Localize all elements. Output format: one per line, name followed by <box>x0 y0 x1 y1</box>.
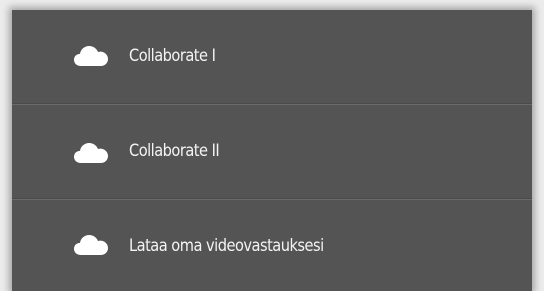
menu-item-collaborate-2[interactable]: Collaborate II <box>12 105 532 199</box>
screenshot-frame: Collaborate I Collaborate II Lataa oma v… <box>0 0 544 291</box>
menu-item-label: Lataa oma videovastauksesi <box>129 236 324 256</box>
cloud-icon <box>74 235 108 255</box>
cloud-icon <box>74 143 108 163</box>
menu-item-collaborate-1[interactable]: Collaborate I <box>12 10 532 104</box>
menu-item-label: Collaborate I <box>129 46 216 66</box>
cloud-icon <box>74 46 108 66</box>
menu-item-label: Collaborate II <box>129 141 220 161</box>
course-menu: Collaborate I Collaborate II Lataa oma v… <box>12 10 532 291</box>
menu-item-upload-video[interactable]: Lataa oma videovastauksesi <box>12 200 532 291</box>
